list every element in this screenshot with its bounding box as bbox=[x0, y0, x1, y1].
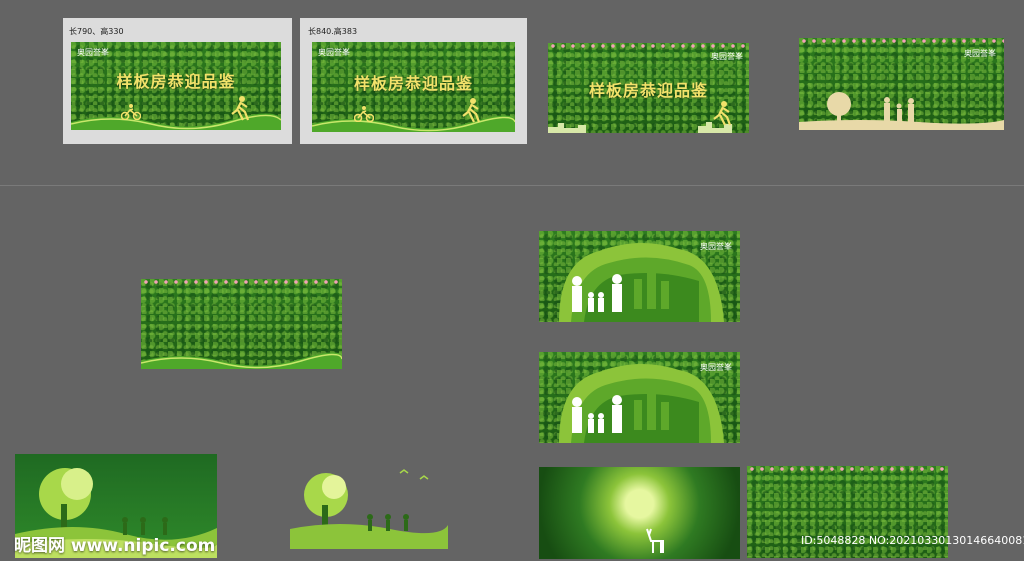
runner-silhouette-icon bbox=[713, 101, 731, 126]
headline-text: 样板房恭迎品鉴 bbox=[353, 74, 473, 93]
papercut-city-family-illustration bbox=[559, 242, 724, 322]
headline-text: 样板房恭迎品鉴 bbox=[588, 81, 708, 100]
logo-text: 奥园誉峯 bbox=[77, 48, 109, 57]
dimension-label-b: 长840.高383 bbox=[308, 27, 358, 36]
artboard-panel-a[interactable]: 长790、高330 奥园誉峯 样板房恭迎品鉴 bbox=[63, 18, 292, 144]
site-watermark: 昵图网 www.nipic.com bbox=[14, 536, 216, 556]
logo-text: 奥园誉峯 bbox=[318, 48, 350, 57]
headline-text: 样板房恭迎品鉴 bbox=[116, 72, 236, 91]
design-board-j[interactable] bbox=[539, 467, 740, 559]
flower-border-decoration bbox=[548, 43, 749, 49]
family-park-silhouette bbox=[799, 92, 1004, 130]
flower-border-decoration bbox=[747, 466, 948, 472]
logo-text: 奥园誉峯 bbox=[711, 52, 743, 61]
design-board-b[interactable]: 奥园誉峯 样板房恭迎品鉴 bbox=[312, 42, 515, 132]
runner-silhouette-icon bbox=[462, 98, 480, 123]
runner-silhouette-icon bbox=[231, 96, 249, 121]
flower-border-decoration bbox=[799, 38, 1004, 44]
flower-border-decoration bbox=[141, 279, 342, 285]
cyclist-silhouette-icon bbox=[121, 104, 141, 120]
design-board-f[interactable]: 奥园誉峯 bbox=[539, 231, 740, 322]
artboard-panel-b[interactable]: 长840.高383 奥园誉峯 样板房恭迎品鉴 bbox=[300, 18, 527, 144]
design-board-e[interactable] bbox=[141, 279, 342, 369]
image-id-text: ID:5048828 NO:20210330130146640081 bbox=[801, 534, 1024, 547]
design-board-i[interactable] bbox=[290, 463, 448, 549]
logo-text: 奥园誉峯 bbox=[964, 49, 996, 58]
tree-runners-cutout-illustration bbox=[290, 469, 448, 549]
papercut-city-family-illustration bbox=[559, 363, 724, 443]
design-board-d[interactable]: 奥园誉峯 bbox=[799, 38, 1004, 130]
vine-wave-decoration bbox=[312, 115, 515, 132]
design-board-a[interactable]: 奥园誉峯 样板房恭迎品鉴 bbox=[71, 42, 281, 130]
dimension-label-a: 长790、高330 bbox=[69, 27, 124, 36]
vine-wave-decoration bbox=[71, 113, 281, 130]
design-board-g[interactable]: 奥园誉峯 bbox=[539, 352, 740, 443]
vine-wave-decoration bbox=[141, 352, 342, 369]
canvas-divider bbox=[0, 185, 1024, 186]
cyclist-silhouette-icon bbox=[354, 106, 374, 122]
design-board-c[interactable]: 奥园誉峯 样板房恭迎品鉴 bbox=[548, 43, 749, 133]
deer-silhouette-icon bbox=[646, 528, 664, 553]
